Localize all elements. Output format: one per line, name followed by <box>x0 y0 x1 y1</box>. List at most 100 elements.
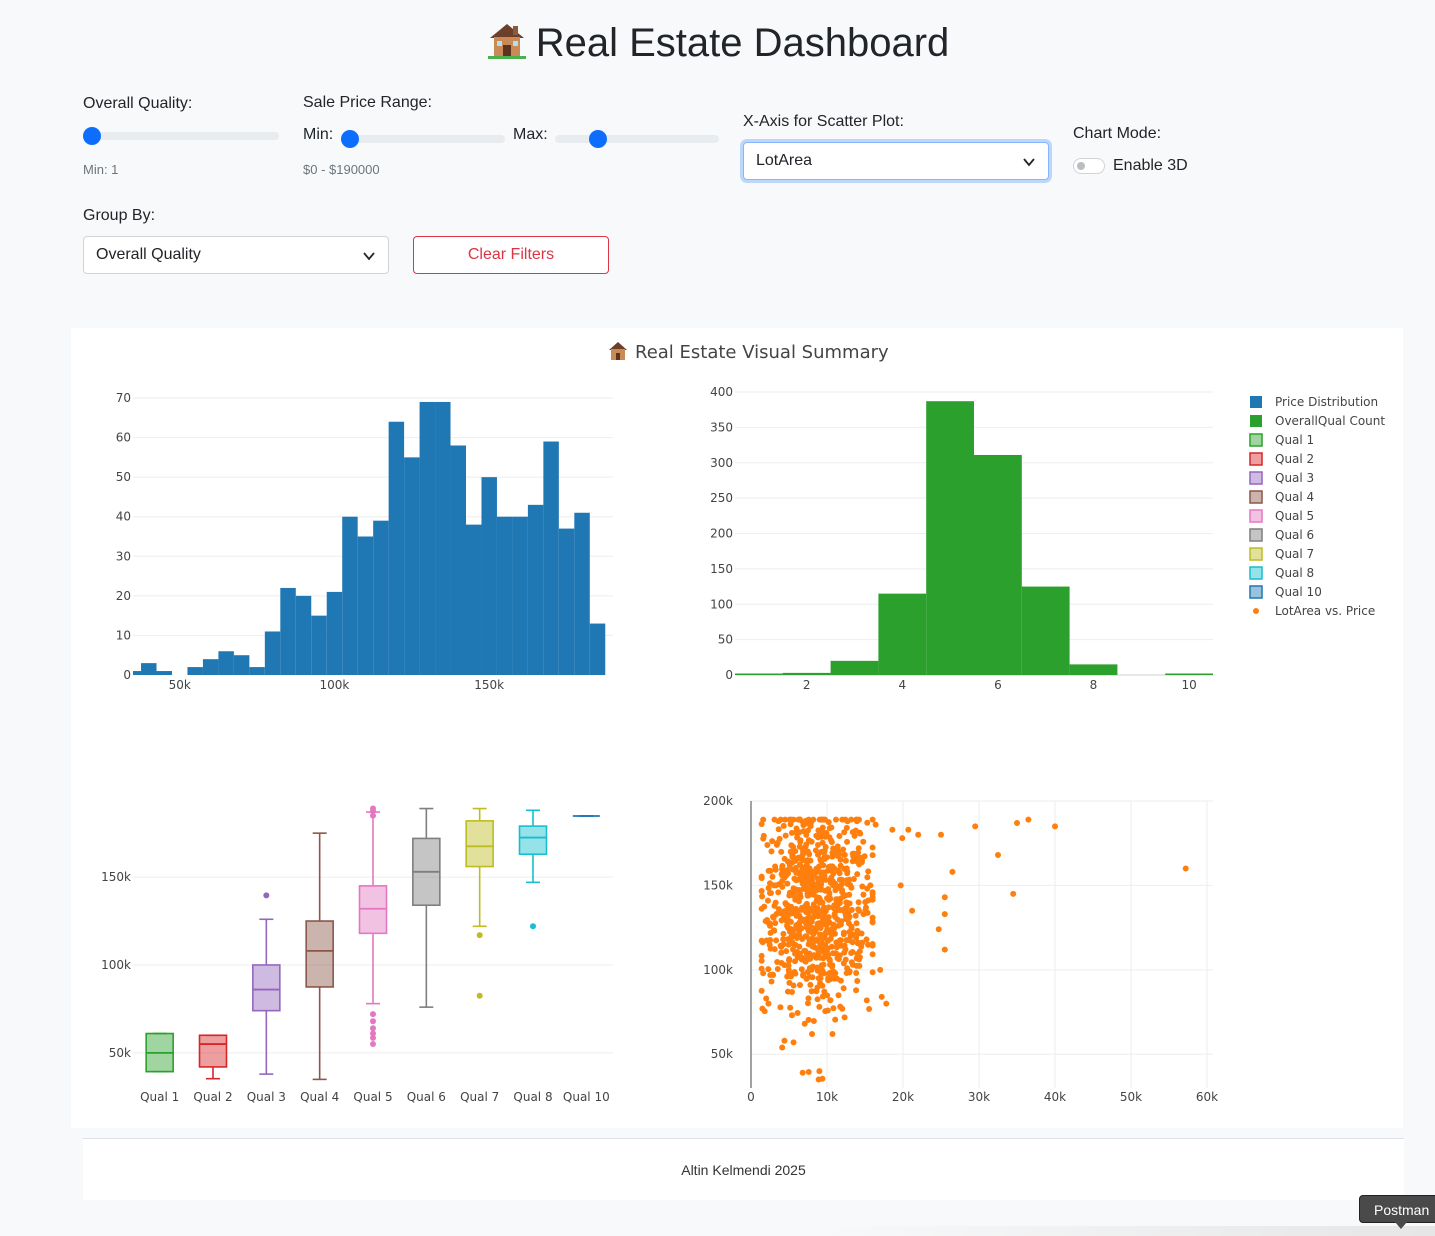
scatter-point <box>854 978 861 985</box>
x-tick-label: Qual 8 <box>513 1090 552 1104</box>
box-qual-7 <box>465 807 494 999</box>
scatter-point <box>770 913 777 920</box>
legend-item[interactable]: Qual 2 <box>1249 452 1314 466</box>
scatter-point <box>772 866 779 873</box>
legend-item[interactable]: Qual 7 <box>1249 547 1314 561</box>
scatter-point <box>765 1000 772 1007</box>
overall-quality-thumb[interactable] <box>83 127 101 145</box>
enable-3d-toggle[interactable] <box>1073 158 1105 174</box>
sale-price-max-slider[interactable] <box>555 130 719 148</box>
scatter-point <box>767 922 773 929</box>
scatter-point <box>849 961 856 968</box>
scatter-point <box>854 871 861 878</box>
sale-price-max-thumb[interactable] <box>589 130 607 148</box>
count-bar <box>1069 664 1118 675</box>
legend-item[interactable]: Price Distribution <box>1250 395 1378 409</box>
x-axis-select[interactable]: LotArea <box>743 142 1049 180</box>
scatter-point <box>763 937 770 944</box>
count-bar <box>735 673 783 675</box>
scatter-point <box>813 868 820 875</box>
box <box>465 820 494 868</box>
histogram-bar <box>373 520 389 675</box>
group-by-select-value: Overall Quality <box>96 246 201 263</box>
scatter-point <box>905 826 912 833</box>
sale-price-min-thumb[interactable] <box>341 130 359 148</box>
scatter-point <box>777 909 784 916</box>
scatter-point <box>796 981 803 988</box>
house-icon <box>609 342 627 360</box>
scatter-point <box>790 1039 797 1046</box>
scatter-point <box>1014 819 1020 826</box>
scatter-point <box>839 886 846 893</box>
legend-swatch <box>1249 433 1263 447</box>
scatter-point <box>825 914 832 921</box>
legend-item[interactable]: LotArea vs. Price <box>1253 604 1375 618</box>
scatter-point <box>869 844 876 851</box>
scatter-point <box>783 918 790 925</box>
scatter-point <box>765 966 772 973</box>
scatter-point <box>869 940 876 947</box>
outlier-point <box>370 1025 376 1032</box>
x-tick-label: 100k <box>320 678 350 692</box>
histogram-bar <box>388 421 405 675</box>
chart-legend[interactable]: Price Distribution OverallQual Count Qual … <box>1249 395 1385 618</box>
clear-filters-button[interactable]: Clear Filters <box>413 236 609 274</box>
toggle-knob <box>1077 162 1085 170</box>
scatter-point <box>820 916 827 923</box>
x-tick-label: 10 <box>1181 678 1196 692</box>
legend-item[interactable]: Qual 4 <box>1249 490 1314 504</box>
scatter-point <box>777 1004 784 1011</box>
scatter-point <box>800 828 807 835</box>
scatter-point <box>856 962 863 969</box>
scatter-point <box>784 902 791 909</box>
overall-quality-slider[interactable] <box>83 127 279 145</box>
y-tick-label: 200k <box>703 794 733 808</box>
box-qual-3 <box>252 892 281 1075</box>
legend-item[interactable]: Qual 10 <box>1249 585 1322 599</box>
scatter-point <box>835 848 842 855</box>
histogram-bar <box>218 651 234 675</box>
legend-item[interactable]: Qual 8 <box>1249 566 1314 580</box>
scatter-point <box>799 872 806 879</box>
x-axis-select-value: LotArea <box>756 152 813 169</box>
scatter-point <box>853 856 860 863</box>
histogram-bar <box>465 524 482 675</box>
count-bar <box>830 660 879 675</box>
scatter-point <box>799 1069 806 1076</box>
sale-price-min-label: Min: <box>303 126 334 143</box>
legend-item[interactable]: Qual 1 <box>1249 433 1314 447</box>
scatter-point <box>786 928 793 935</box>
scatter-point <box>805 1068 812 1075</box>
scatter-point <box>789 940 796 947</box>
histogram-bar <box>264 631 281 675</box>
scatter-point <box>824 1007 831 1014</box>
scatter-point <box>780 930 787 937</box>
x-tick-label: Qual 10 <box>563 1090 610 1104</box>
legend-item[interactable]: Qual 5 <box>1249 509 1314 523</box>
scatter-point <box>862 904 869 911</box>
sale-price-min-slider[interactable] <box>341 130 505 148</box>
scatter-point <box>758 987 765 994</box>
scatter-point <box>841 1014 848 1021</box>
scatter-point <box>828 824 835 831</box>
scatter-point <box>829 863 836 870</box>
scatter-point <box>869 852 876 859</box>
legend-item[interactable]: Qual 6 <box>1249 528 1314 542</box>
histogram-bar <box>280 587 296 675</box>
scatter-point <box>791 875 798 882</box>
group-by-select[interactable]: Overall Quality <box>83 236 389 274</box>
scatter-point <box>909 907 916 914</box>
scatter-point <box>783 948 790 955</box>
scatter-point <box>798 966 805 973</box>
scatter-point <box>801 947 808 954</box>
count-bar <box>1165 673 1213 675</box>
scatter-point <box>864 819 871 826</box>
scatter-point <box>849 850 856 857</box>
count-bar <box>1021 586 1070 675</box>
sale-price-label: Sale Price Range: <box>303 94 432 111</box>
scatter-point <box>818 962 825 969</box>
scatter-point <box>794 834 801 841</box>
legend-swatch <box>1250 396 1262 408</box>
legend-item[interactable]: Qual 3 <box>1249 471 1314 485</box>
legend-item[interactable]: OverallQual Count <box>1250 414 1385 428</box>
